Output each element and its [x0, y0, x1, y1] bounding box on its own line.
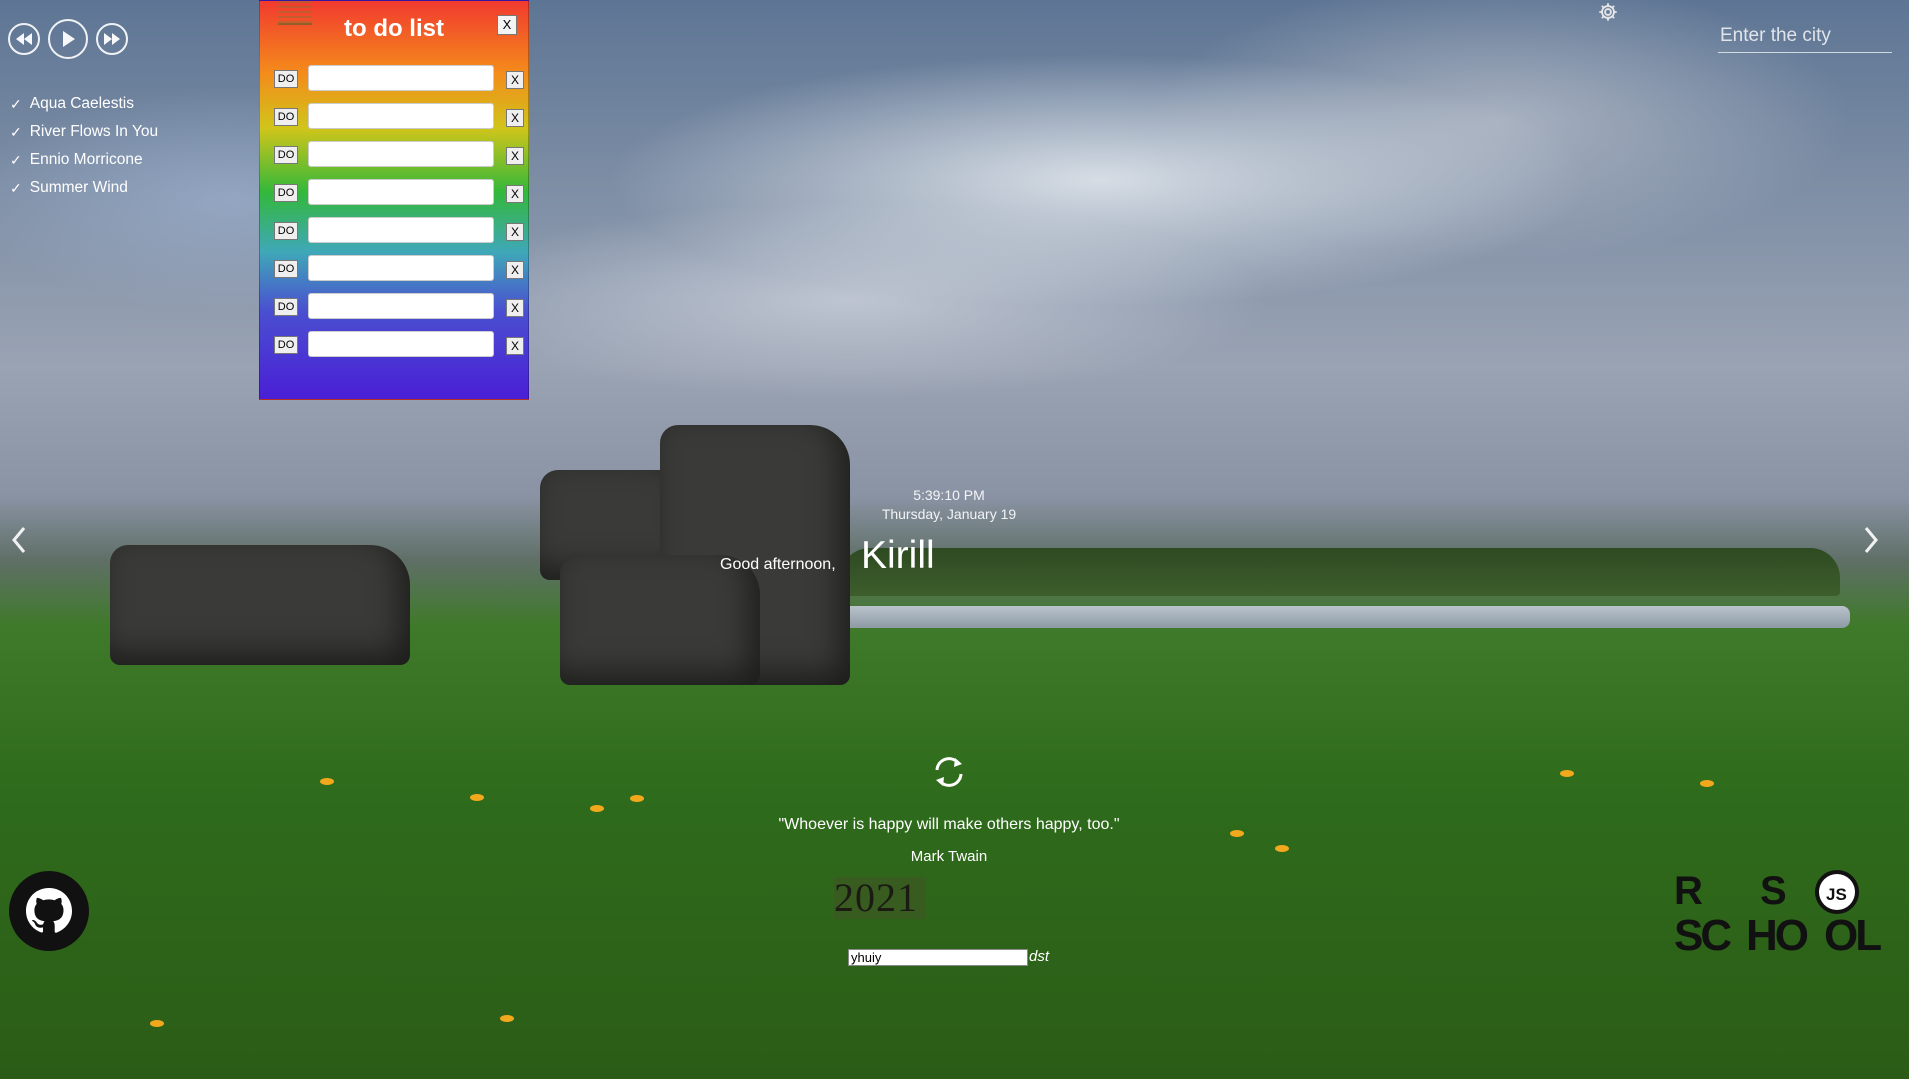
svg-text:S: S: [1760, 869, 1787, 913]
todo-title: to do list: [344, 15, 444, 42]
svg-text:OL: OL: [1824, 911, 1881, 952]
do-button[interactable]: DO: [274, 108, 298, 126]
playlist-item[interactable]: ✓ Summer Wind: [10, 174, 158, 202]
todo-row: DO X: [274, 141, 524, 169]
delete-button[interactable]: X: [506, 223, 524, 241]
flower: [500, 1015, 514, 1022]
todo-close-button[interactable]: X: [497, 15, 517, 35]
flower: [1700, 780, 1714, 787]
do-button[interactable]: DO: [274, 336, 298, 354]
check-icon: ✓: [10, 152, 22, 168]
fast-forward-button[interactable]: [96, 23, 128, 55]
rock: [110, 545, 410, 665]
delete-button[interactable]: X: [506, 299, 524, 317]
city-input[interactable]: [1718, 20, 1892, 53]
todo-row: DO X: [274, 65, 524, 93]
quote-text: "Whoever is happy will make others happy…: [778, 816, 1120, 833]
check-icon: ✓: [10, 180, 22, 196]
do-button[interactable]: DO: [274, 70, 298, 88]
todo-row: DO X: [274, 331, 524, 359]
do-button[interactable]: DO: [274, 184, 298, 202]
todo-input[interactable]: [308, 293, 494, 319]
flower: [630, 795, 644, 802]
todo-row: DO X: [274, 179, 524, 207]
playlist: ✓ Aqua Caelestis ✓ River Flows In You ✓ Enn…: [10, 90, 158, 202]
todo-row: DO X: [274, 103, 524, 131]
todo-panel: to do list X DO X DO X DO X DO X DO X DO…: [259, 0, 529, 400]
play-icon: [63, 31, 75, 47]
todo-row: DO X: [274, 217, 524, 245]
todo-input[interactable]: [308, 65, 494, 91]
flower: [320, 778, 334, 785]
rock: [560, 555, 760, 685]
play-button[interactable]: [48, 19, 88, 59]
playlist-item[interactable]: ✓ Ennio Morricone: [10, 146, 158, 174]
delete-button[interactable]: X: [506, 185, 524, 203]
delete-button[interactable]: X: [506, 337, 524, 355]
music-player: [8, 19, 128, 59]
svg-text:HO: HO: [1746, 911, 1808, 952]
flower: [150, 1020, 164, 1027]
todo-input[interactable]: [308, 255, 494, 281]
todo-input[interactable]: [308, 179, 494, 205]
track-title: Aqua Caelestis: [29, 95, 134, 112]
svg-text:SC: SC: [1674, 911, 1731, 952]
do-button[interactable]: DO: [274, 222, 298, 240]
delete-button[interactable]: X: [506, 109, 524, 127]
track-title: River Flows In You: [29, 123, 159, 140]
rewind-button[interactable]: [8, 23, 40, 55]
todo-input[interactable]: [308, 217, 494, 243]
next-background-arrow-icon[interactable]: [1862, 525, 1880, 555]
check-icon: ✓: [10, 96, 22, 112]
tree-line: [840, 548, 1840, 596]
todo-row: DO X: [274, 293, 524, 321]
do-button[interactable]: DO: [274, 298, 298, 316]
delete-button[interactable]: X: [506, 261, 524, 279]
flower: [590, 805, 604, 812]
quote-author: Mark Twain: [910, 848, 988, 865]
flower: [1560, 770, 1574, 777]
prev-background-arrow-icon[interactable]: [10, 525, 28, 555]
year-label: 2021: [834, 877, 926, 919]
river: [840, 606, 1850, 628]
rs-school-logo[interactable]: R S SC HO OL JS: [1674, 868, 1892, 952]
todo-input[interactable]: [308, 103, 494, 129]
github-icon[interactable]: [8, 870, 90, 952]
todo-row: DO X: [274, 255, 524, 283]
check-icon: ✓: [10, 124, 22, 140]
track-title: Summer Wind: [29, 179, 128, 196]
user-name[interactable]: Kirill: [861, 534, 935, 578]
fast-forward-icon: [104, 33, 120, 45]
delete-button[interactable]: X: [506, 71, 524, 89]
playlist-item[interactable]: ✓ Aqua Caelestis: [10, 90, 158, 118]
todo-input[interactable]: [308, 331, 494, 357]
text-input[interactable]: [848, 949, 1028, 966]
track-title: Ennio Morricone: [29, 151, 143, 168]
gear-icon[interactable]: [1597, 1, 1619, 23]
clock-date: Thursday, January 19: [881, 506, 1017, 522]
greeting-text: Good afternoon,: [720, 556, 836, 573]
playlist-item[interactable]: ✓ River Flows In You: [10, 118, 158, 146]
todo-input[interactable]: [308, 141, 494, 167]
do-button[interactable]: DO: [274, 260, 298, 278]
svg-text:JS: JS: [1826, 885, 1847, 904]
clock-time: 5:39:10 PM: [913, 487, 985, 503]
svg-text:R: R: [1674, 869, 1703, 913]
dst-label: dst: [1029, 948, 1050, 965]
flower: [470, 794, 484, 801]
rewind-icon: [16, 33, 32, 45]
delete-button[interactable]: X: [506, 147, 524, 165]
do-button[interactable]: DO: [274, 146, 298, 164]
refresh-quote-icon[interactable]: [929, 752, 969, 792]
